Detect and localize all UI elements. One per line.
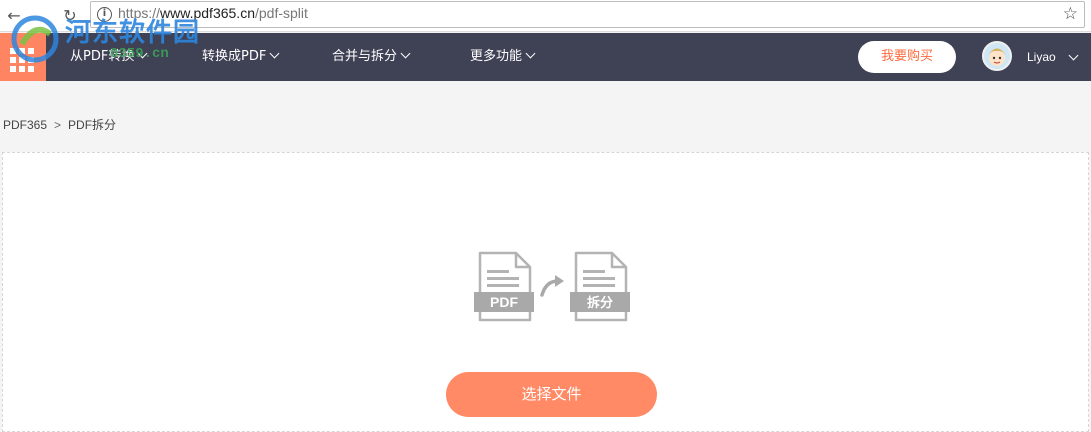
pdf-to-split-icon: PDF 拆分 <box>474 251 630 322</box>
breadcrumb-separator: > <box>54 118 62 132</box>
chevron-down-icon <box>269 48 280 59</box>
bookmark-star-icon[interactable]: ☆ <box>1063 4 1078 24</box>
illustration-source-label: PDF <box>490 294 518 310</box>
menu-from-pdf-label: 从PDF转换 <box>70 49 135 64</box>
avatar[interactable] <box>982 41 1012 71</box>
grid-menu-icon[interactable] <box>0 33 46 81</box>
address-bar[interactable]: i https://www.pdf365.cn/pdf-split ☆ <box>90 1 1085 28</box>
url-host: www.pdf365.cn <box>160 5 255 21</box>
chevron-down-icon <box>137 48 148 59</box>
choose-file-button[interactable]: 选择文件 <box>446 372 657 417</box>
url-text[interactable]: https://www.pdf365.cn/pdf-split <box>118 5 308 21</box>
chevron-down-icon <box>400 48 411 59</box>
menu-more[interactable]: 更多功能 <box>470 47 536 67</box>
breadcrumb: PDF365 > PDF拆分 <box>3 116 116 133</box>
menu-to-pdf-label: 转换成PDF <box>202 49 267 64</box>
pdf-split-illustration: PDF 拆分 <box>472 250 632 325</box>
breadcrumb-home[interactable]: PDF365 <box>3 118 47 132</box>
avatar-face-icon <box>984 43 1010 69</box>
site-header: 从PDF转换 转换成PDF 合并与拆分 更多功能 我要购买 Liyao <box>0 33 1091 81</box>
url-path: /pdf-split <box>254 5 308 21</box>
url-scheme: https:// <box>118 5 161 21</box>
menu-merge-split-label: 合并与拆分 <box>332 49 398 64</box>
info-icon[interactable]: i <box>97 7 112 22</box>
browser-toolbar: ← ↻ i https://www.pdf365.cn/pdf-split ☆ <box>0 0 1091 32</box>
breadcrumb-current: PDF拆分 <box>68 118 117 132</box>
menu-merge-split[interactable]: 合并与拆分 <box>332 47 411 67</box>
username[interactable]: Liyao <box>1027 47 1056 67</box>
menu-to-pdf[interactable]: 转换成PDF <box>202 47 280 67</box>
buy-button[interactable]: 我要购买 <box>858 41 956 73</box>
reload-icon[interactable]: ↻ <box>60 6 80 26</box>
chevron-down-icon <box>525 48 536 59</box>
user-menu-chevron-icon[interactable] <box>1068 50 1079 61</box>
menu-from-pdf[interactable]: 从PDF转换 <box>70 47 148 67</box>
illustration-target-label: 拆分 <box>587 295 613 311</box>
menu-more-label: 更多功能 <box>470 49 523 64</box>
back-arrow-icon[interactable]: ← <box>4 6 24 26</box>
